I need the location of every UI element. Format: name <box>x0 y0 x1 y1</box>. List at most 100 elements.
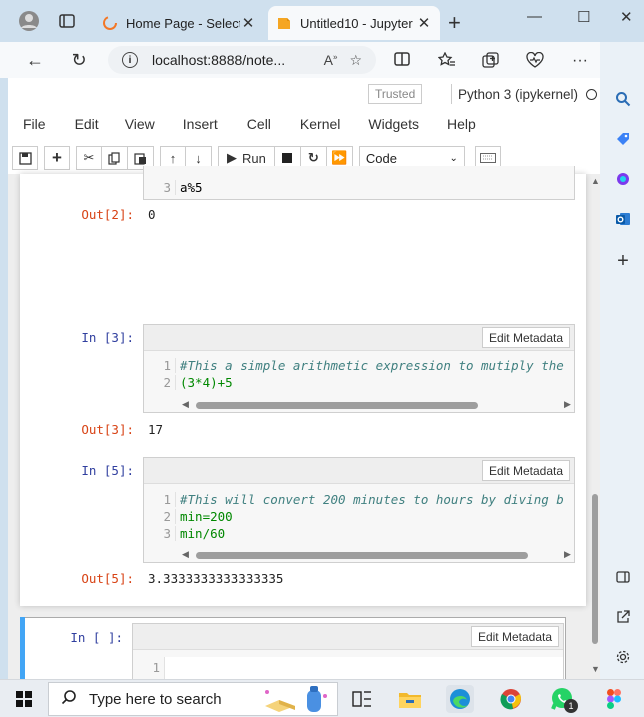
scroll-left-icon[interactable]: ◀ <box>182 549 189 560</box>
save-button[interactable] <box>12 146 38 170</box>
search-placeholder: Type here to search <box>89 690 222 708</box>
close-window-icon[interactable]: ✕ <box>620 8 633 26</box>
minimize-icon[interactable]: — <box>527 8 542 25</box>
cut-button[interactable]: ✂ <box>76 146 102 170</box>
figma-icon[interactable] <box>600 685 628 713</box>
back-arrow-icon[interactable]: ← <box>22 48 48 72</box>
notebook-area: 3 a%5 Out[2]: 0 In [3]: Edit Metadata 1 #T… <box>8 166 600 679</box>
whatsapp-icon[interactable]: 1 <box>548 685 578 713</box>
code-text: min/60 <box>180 526 226 541</box>
outlook-icon[interactable] <box>614 210 632 228</box>
in-prompt: In [3]: <box>81 330 134 345</box>
copilot-icon[interactable] <box>614 170 632 188</box>
horizontal-scrollbar[interactable]: ◀ ▶ <box>144 549 574 561</box>
add-sidebar-app-icon[interactable]: + <box>614 250 632 272</box>
search-icon <box>61 689 77 710</box>
notebook-container: 3 a%5 Out[2]: 0 In [3]: Edit Metadata 1 #T… <box>20 166 586 606</box>
trusted-indicator[interactable]: Trusted <box>368 84 423 104</box>
selected-cell[interactable]: In [ ]: Edit Metadata 1 <box>20 617 566 679</box>
edit-metadata-button[interactable]: Edit Metadata <box>470 626 559 647</box>
read-aloud-icon[interactable]: A» <box>324 52 338 69</box>
cell-toolbar: Edit Metadata <box>133 624 563 650</box>
play-icon: ▶ <box>227 150 237 165</box>
copy-button[interactable] <box>102 146 128 170</box>
jupyter-page: Trusted Python 3 (ipykernel) File Edit V… <box>8 78 600 679</box>
scroll-right-icon[interactable]: ▶ <box>564 549 571 560</box>
menu-cell[interactable]: Cell <box>247 114 271 138</box>
code-cell-input[interactable]: Edit Metadata 1 <box>132 623 564 679</box>
cell-output: 0 <box>148 207 156 222</box>
taskbar-search-box[interactable]: Type here to search <box>48 682 338 716</box>
favorite-star-icon[interactable]: ☆ <box>349 52 362 69</box>
insert-cell-button[interactable]: + <box>44 146 70 170</box>
new-tab-icon[interactable]: + <box>448 10 461 36</box>
scroll-thumb[interactable] <box>196 402 478 409</box>
menu-widgets[interactable]: Widgets <box>368 114 419 138</box>
page-vertical-scrollbar[interactable]: ▲ ▼ <box>590 174 600 679</box>
scroll-down-icon[interactable]: ▼ <box>591 664 600 674</box>
code-line: 1 #This a simple arithmetic expression to… <box>144 358 574 375</box>
close-tab-icon[interactable]: ✕ <box>240 14 256 32</box>
scroll-thumb[interactable] <box>592 494 598 644</box>
tab-actions-icon[interactable] <box>56 10 78 32</box>
shopping-tag-icon[interactable] <box>614 130 632 148</box>
code-cell-input[interactable]: Edit Metadata 1 #This will convert 200 mi… <box>143 457 575 563</box>
task-view-icon[interactable] <box>348 685 376 713</box>
scroll-left-icon[interactable]: ◀ <box>182 399 189 410</box>
line-number: 1 <box>133 657 165 679</box>
line-number: 3 <box>144 180 176 195</box>
windows-start-icon[interactable] <box>16 691 32 707</box>
kernel-status[interactable]: Python 3 (ipykernel) <box>451 84 598 104</box>
menu-edit[interactable]: Edit <box>75 114 99 138</box>
search-highlight-illustration-icon <box>259 684 335 717</box>
edge-browser-icon[interactable] <box>446 685 474 713</box>
maximize-icon[interactable]: ☐ <box>577 8 590 26</box>
more-options-icon[interactable]: ··· <box>572 52 588 70</box>
split-screen-icon[interactable] <box>394 52 410 71</box>
refresh-icon[interactable]: ↻ <box>66 48 92 72</box>
out-prompt: Out[3]: <box>81 422 134 437</box>
code-line[interactable]: 1 <box>133 657 563 679</box>
profile-avatar-icon[interactable] <box>18 10 40 32</box>
menu-insert[interactable]: Insert <box>183 114 218 138</box>
code-text: (3*4)+5 <box>180 375 233 390</box>
code-text: #This a simple arithmetic expression to … <box>180 358 564 373</box>
scroll-up-icon[interactable]: ▲ <box>591 176 600 186</box>
address-bar[interactable]: i localhost:8888/note... A» ☆ <box>108 46 376 74</box>
cell-selection-bar <box>20 617 25 679</box>
copy-icon <box>108 151 120 165</box>
menu-help[interactable]: Help <box>447 114 476 138</box>
cell-output: 3.3333333333333335 <box>148 571 284 586</box>
stop-icon <box>282 153 293 163</box>
favorites-icon[interactable] <box>437 51 456 73</box>
file-explorer-icon[interactable] <box>396 685 424 713</box>
tab-untitled10[interactable]: Untitled10 - Jupyter Notebook ✕ <box>268 6 440 40</box>
close-tab-icon[interactable]: ✕ <box>416 14 432 32</box>
sidebar-layout-icon[interactable] <box>614 568 632 586</box>
cell-type-value: Code <box>365 150 397 166</box>
tab-home-page[interactable]: Home Page - Select or create a notebook … <box>94 6 264 40</box>
collections-icon[interactable] <box>482 52 500 73</box>
settings-gear-icon[interactable] <box>614 648 632 666</box>
address-toolbar: ← ↻ i localhost:8888/note... A» ☆ ··· <box>0 42 600 78</box>
edit-metadata-button[interactable]: Edit Metadata <box>481 460 570 481</box>
kernel-idle-indicator-icon <box>586 88 598 100</box>
menu-file[interactable]: File <box>23 114 46 138</box>
chrome-browser-icon[interactable] <box>497 685 525 713</box>
edge-sidebar: + <box>600 42 644 679</box>
edit-metadata-button[interactable]: Edit Metadata <box>481 327 570 348</box>
site-info-icon[interactable]: i <box>122 52 138 68</box>
browser-essentials-icon[interactable] <box>526 51 544 73</box>
code-cell-input[interactable]: Edit Metadata 1 #This a simple arithmetic… <box>143 324 575 413</box>
horizontal-scrollbar[interactable]: ◀ ▶ <box>144 399 574 411</box>
cell-toolbar: Edit Metadata <box>144 325 574 351</box>
code-cell-input[interactable]: 3 a%5 <box>143 166 575 200</box>
external-link-icon[interactable] <box>614 608 632 626</box>
scroll-right-icon[interactable]: ▶ <box>564 399 571 410</box>
line-number: 1 <box>144 358 176 373</box>
code-line: 3 min/60 <box>144 526 574 543</box>
menu-kernel[interactable]: Kernel <box>300 114 340 138</box>
scroll-thumb[interactable] <box>196 552 528 559</box>
menu-view[interactable]: View <box>125 114 155 138</box>
search-icon[interactable] <box>614 90 632 108</box>
